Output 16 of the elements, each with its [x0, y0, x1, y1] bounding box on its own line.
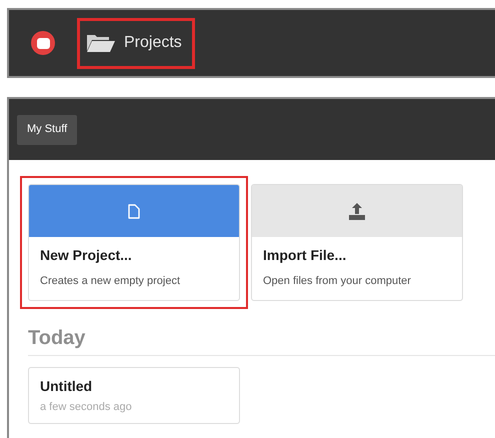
action-card[interactable]: New Project... Creates a new empty project	[28, 184, 240, 301]
my-stuff-tab[interactable]: My Stuff	[17, 114, 78, 144]
card-description: Creates a new empty project	[40, 274, 182, 289]
folder-icon	[86, 33, 116, 53]
document-icon	[128, 204, 140, 218]
card-description: Open files from your computer	[263, 274, 412, 289]
projects-nav-item[interactable]: Projects	[77, 18, 195, 68]
action-card[interactable]: Import File... Open files from your computer	[251, 184, 463, 301]
logo-icon[interactable]	[31, 31, 55, 55]
card-title: Import File...	[263, 246, 348, 265]
project-title: Untitled	[40, 377, 94, 396]
card-title: New Project...	[40, 246, 133, 265]
project-card[interactable]: Untitled a few seconds ago	[28, 367, 240, 424]
project-time: a few seconds ago	[40, 400, 133, 415]
section-heading: Today	[28, 327, 86, 349]
upload-icon	[348, 202, 366, 220]
